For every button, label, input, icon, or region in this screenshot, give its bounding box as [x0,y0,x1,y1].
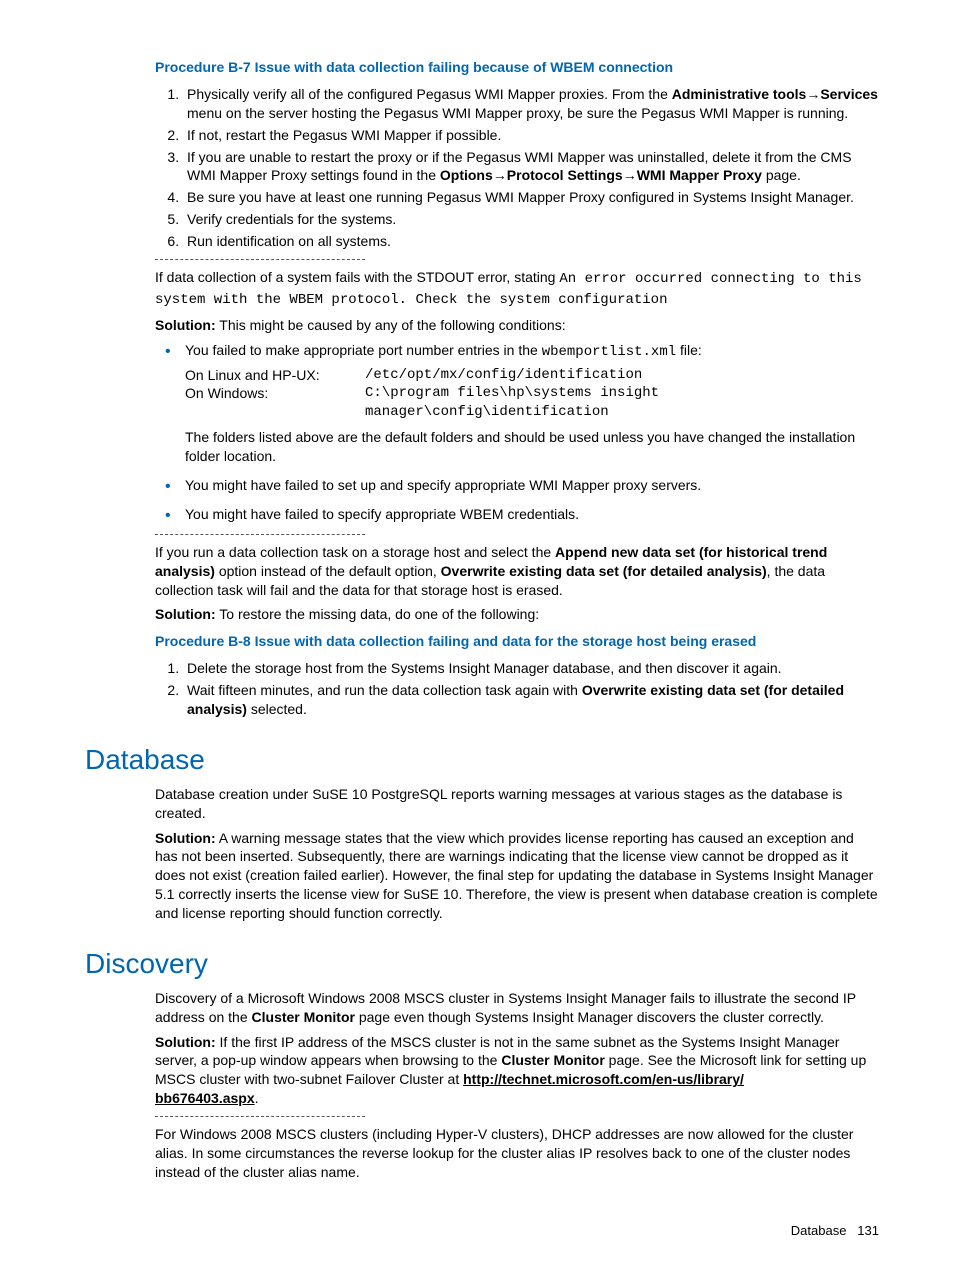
list-item: Physically verify all of the configured … [183,85,879,123]
append-paragraph: If you run a data collection task on a s… [155,543,879,600]
solution-paragraph: Solution: This might be caused by any of… [155,316,879,335]
stdout-error-paragraph: If data collection of a system fails wit… [155,268,879,310]
database-paragraph: Database creation under SuSE 10 PostgreS… [155,785,879,823]
page-footer: Database 131 [85,1222,879,1240]
list-item: If not, restart the Pegasus WMI Mapper i… [183,126,879,145]
list-item: Delete the storage host from the Systems… [183,659,879,678]
linux-label: On Linux and HP-UX: [185,366,365,385]
divider [155,259,365,260]
linux-path: /etc/opt/mx/config/identification [365,366,879,385]
list-item: You might have failed to set up and spec… [185,476,879,495]
discovery-heading: Discovery [85,945,879,983]
list-item: If you are unable to restart the proxy o… [183,148,879,186]
windows-path: C:\program files\hp\systems insightmanag… [365,384,879,422]
procedure-b7-title: Procedure B-7 Issue with data collection… [155,58,879,77]
solution-paragraph: Solution: To restore the missing data, d… [155,605,879,624]
discovery-paragraph: Discovery of a Microsoft Windows 2008 MS… [155,989,879,1027]
procedure-b7-list: Physically verify all of the configured … [155,85,879,251]
list-item: Wait fifteen minutes, and run the data c… [183,681,879,719]
procedure-b8-list: Delete the storage host from the Systems… [155,659,879,719]
list-item: Verify credentials for the systems. [183,210,879,229]
solution-paragraph: Solution: If the first IP address of the… [155,1033,879,1109]
path-table: On Linux and HP-UX: /etc/opt/mx/config/i… [185,366,879,423]
list-item: Run identification on all systems. [183,232,879,251]
solution-paragraph: Solution: A warning message states that … [155,829,879,923]
conditions-list: You failed to make appropriate port numb… [155,341,879,524]
procedure-b8-title: Procedure B-8 Issue with data collection… [155,632,879,651]
database-heading: Database [85,741,879,779]
folder-note: The folders listed above are the default… [185,428,879,466]
windows-label: On Windows: [185,384,365,422]
divider [155,1116,365,1117]
divider [155,534,365,535]
discovery-dhcp-paragraph: For Windows 2008 MSCS clusters (includin… [155,1125,879,1182]
list-item: You failed to make appropriate port numb… [185,341,879,466]
list-item: You might have failed to specify appropr… [185,505,879,524]
list-item: Be sure you have at least one running Pe… [183,188,879,207]
